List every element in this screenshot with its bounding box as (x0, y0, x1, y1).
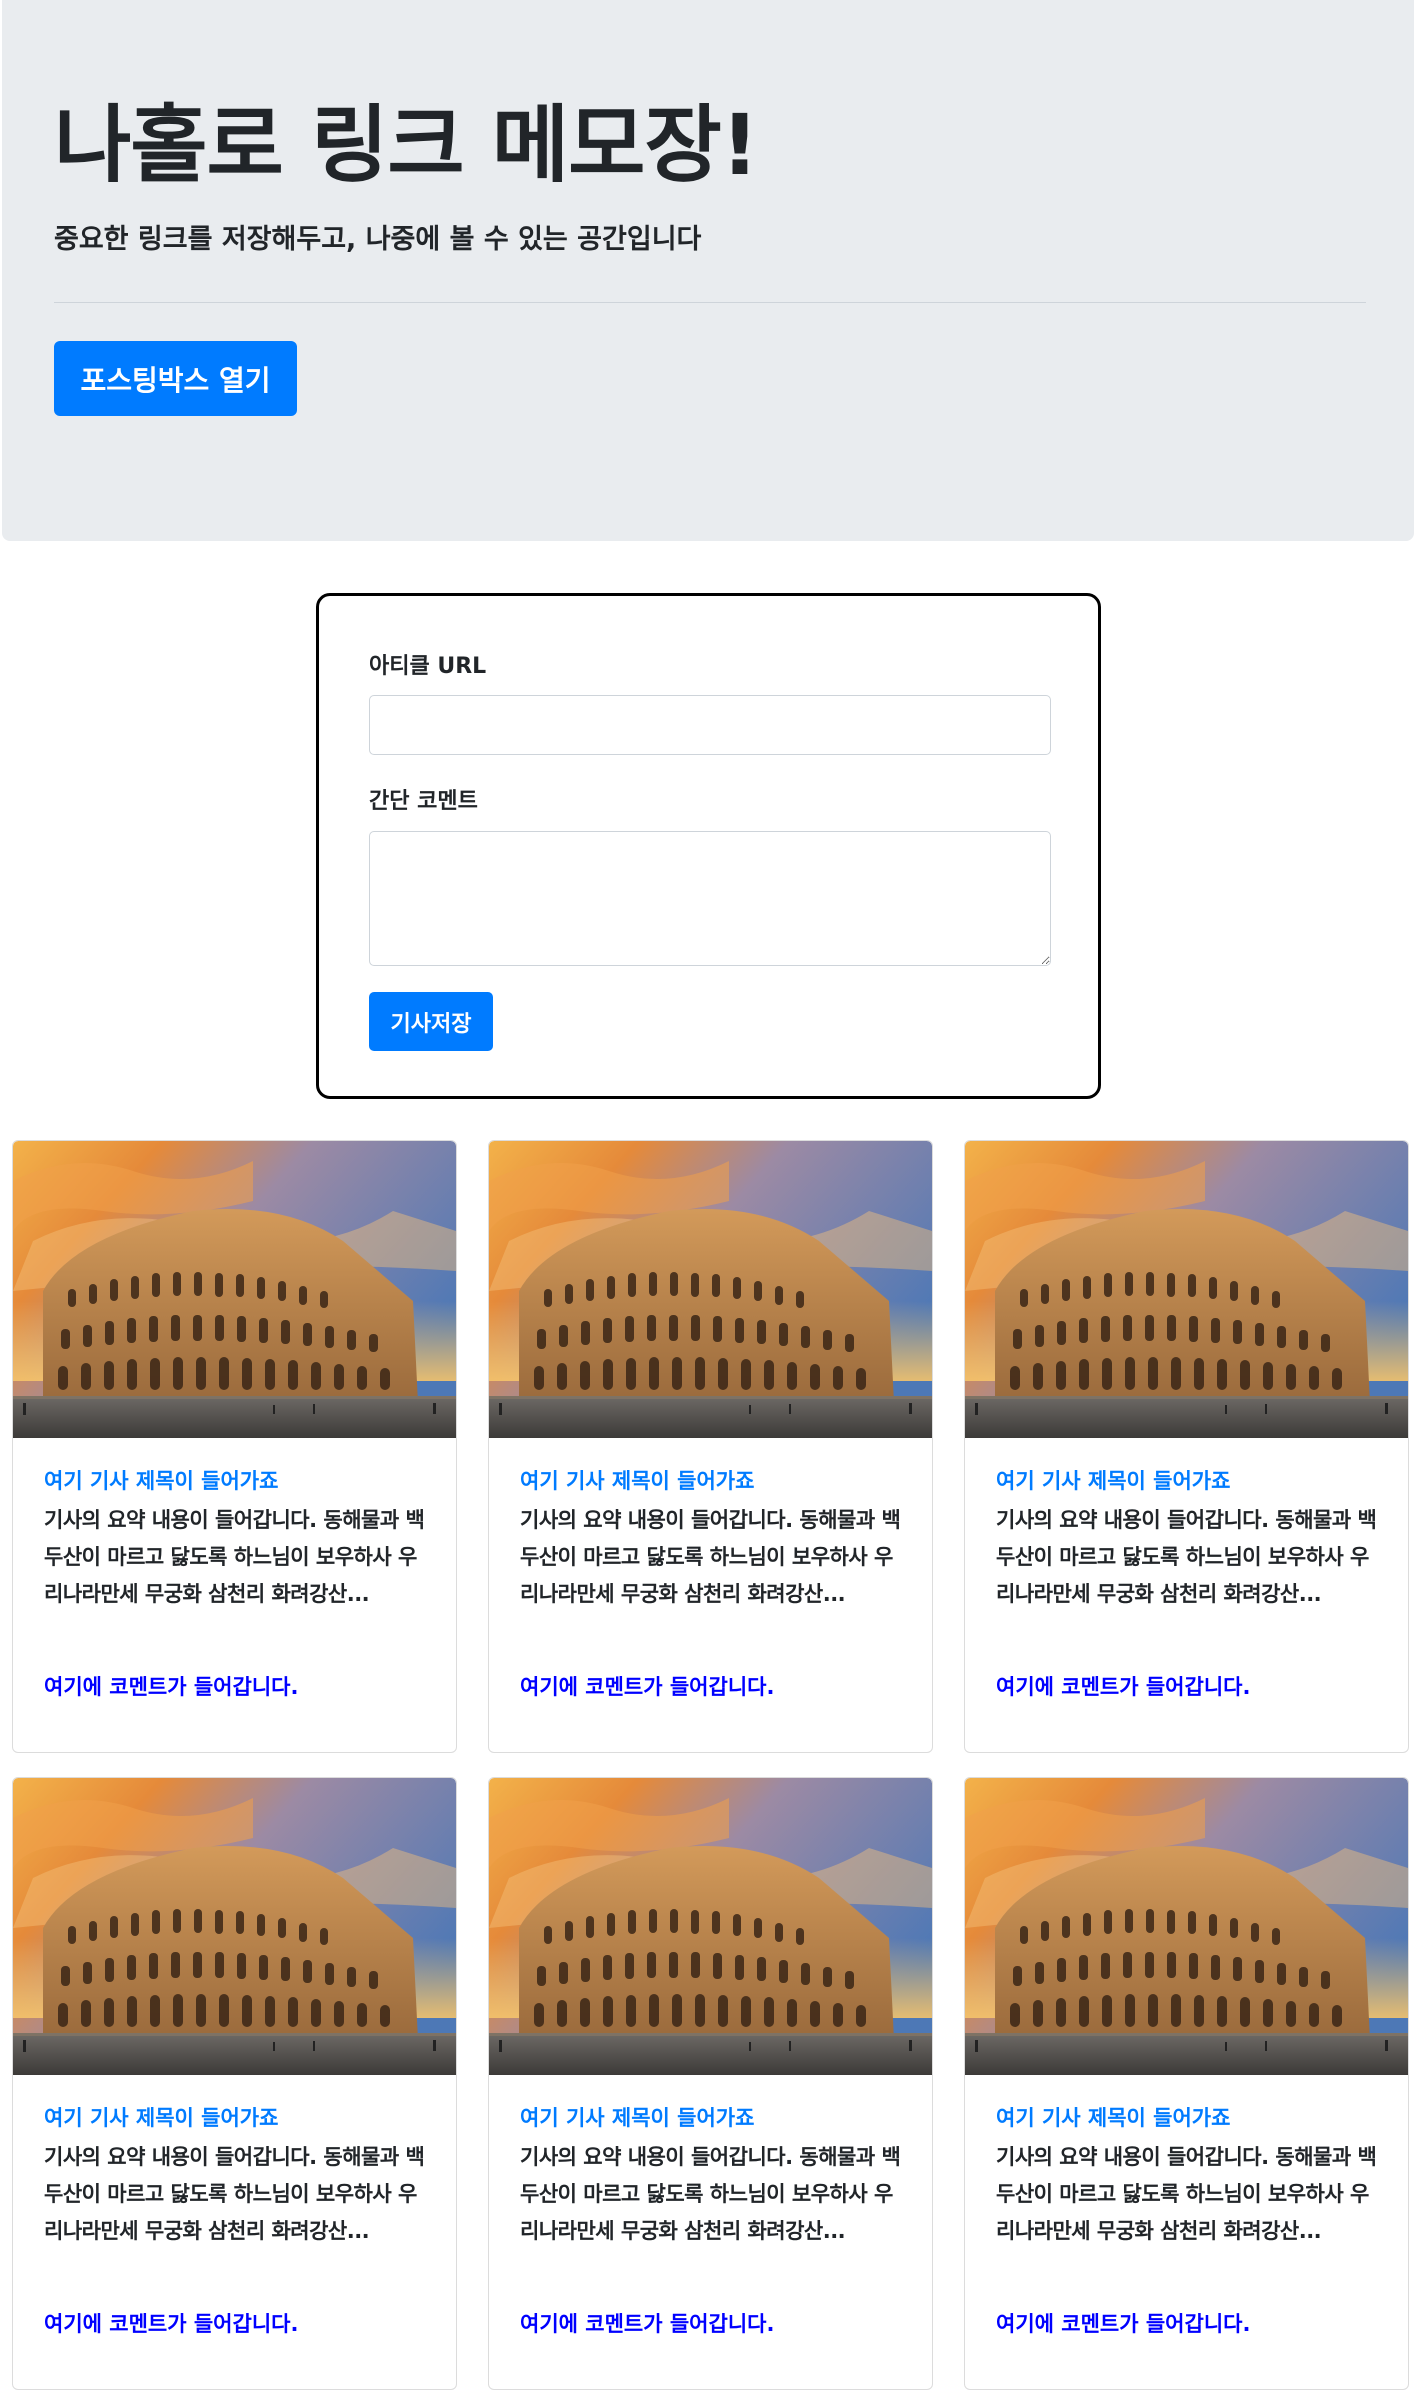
card-image (965, 1141, 1408, 1438)
card-summary: 기사의 요약 내용이 들어갑니다. 동해물과 백두산이 마르고 닳도록 하느님이… (44, 1508, 425, 1606)
card-summary: 기사의 요약 내용이 들어갑니다. 동해물과 백두산이 마르고 닳도록 하느님이… (520, 1508, 901, 1606)
card-body: 여기 기사 제목이 들어가죠기사의 요약 내용이 들어갑니다. 동해물과 백두산… (520, 2103, 905, 2250)
card-summary: 기사의 요약 내용이 들어갑니다. 동해물과 백두산이 마르고 닳도록 하느님이… (520, 2145, 901, 2243)
posting-box: 아티클 URL 간단 코멘트 기사저장 (316, 593, 1101, 1099)
article-card: 여기 기사 제목이 들어가죠기사의 요약 내용이 들어갑니다. 동해물과 백두산… (12, 1777, 457, 2390)
article-card: 여기 기사 제목이 들어가죠기사의 요약 내용이 들어갑니다. 동해물과 백두산… (488, 1140, 933, 1753)
card-image (489, 1778, 932, 2075)
article-card: 여기 기사 제목이 들어가죠기사의 요약 내용이 들어갑니다. 동해물과 백두산… (12, 1140, 457, 1753)
page-lead: 중요한 링크를 저장해두고, 나중에 볼 수 있는 공간입니다 (54, 224, 702, 255)
card-image (489, 1141, 932, 1438)
card-body: 여기 기사 제목이 들어가죠기사의 요약 내용이 들어갑니다. 동해물과 백두산… (996, 2103, 1381, 2250)
card-image (965, 1778, 1408, 2075)
card-body: 여기 기사 제목이 들어가죠기사의 요약 내용이 들어갑니다. 동해물과 백두산… (44, 1466, 429, 1613)
card-title-link[interactable]: 여기 기사 제목이 들어가죠 (44, 2103, 429, 2133)
card-image (13, 1778, 456, 2075)
article-card: 여기 기사 제목이 들어가죠기사의 요약 내용이 들어갑니다. 동해물과 백두산… (488, 1777, 933, 2390)
comment-label: 간단 코멘트 (369, 789, 478, 814)
card-body: 여기 기사 제목이 들어가죠기사의 요약 내용이 들어갑니다. 동해물과 백두산… (520, 1466, 905, 1613)
article-card: 여기 기사 제목이 들어가죠기사의 요약 내용이 들어갑니다. 동해물과 백두산… (964, 1140, 1409, 1753)
save-article-button[interactable]: 기사저장 (369, 992, 493, 1051)
card-body: 여기 기사 제목이 들어가죠기사의 요약 내용이 들어갑니다. 동해물과 백두산… (44, 2103, 429, 2250)
card-title-link[interactable]: 여기 기사 제목이 들어가죠 (996, 1466, 1381, 1496)
card-comment: 여기에 코멘트가 들어갑니다. (520, 1675, 775, 1699)
card-title-link[interactable]: 여기 기사 제목이 들어가죠 (520, 2103, 905, 2133)
card-body: 여기 기사 제목이 들어가죠기사의 요약 내용이 들어갑니다. 동해물과 백두산… (996, 1466, 1381, 1613)
jumbotron: 나홀로 링크 메모장! 중요한 링크를 저장해두고, 나중에 볼 수 있는 공간… (2, 0, 1414, 541)
card-comment: 여기에 코멘트가 들어갑니다. (520, 2312, 775, 2336)
comment-textarea[interactable] (369, 831, 1051, 966)
divider (54, 302, 1366, 303)
card-title-link[interactable]: 여기 기사 제목이 들어가죠 (520, 1466, 905, 1496)
card-summary: 기사의 요약 내용이 들어갑니다. 동해물과 백두산이 마르고 닳도록 하느님이… (44, 2145, 425, 2243)
card-image (13, 1141, 456, 1438)
open-posting-box-button[interactable]: 포스팅박스 열기 (54, 341, 297, 416)
card-title-link[interactable]: 여기 기사 제목이 들어가죠 (44, 1466, 429, 1496)
card-summary: 기사의 요약 내용이 들어갑니다. 동해물과 백두산이 마르고 닳도록 하느님이… (996, 2145, 1377, 2243)
card-comment: 여기에 코멘트가 들어갑니다. (996, 1675, 1251, 1699)
article-card: 여기 기사 제목이 들어가죠기사의 요약 내용이 들어갑니다. 동해물과 백두산… (964, 1777, 1409, 2390)
card-comment: 여기에 코멘트가 들어갑니다. (44, 2312, 299, 2336)
card-comment: 여기에 코멘트가 들어갑니다. (44, 1675, 299, 1699)
card-title-link[interactable]: 여기 기사 제목이 들어가죠 (996, 2103, 1381, 2133)
url-label: 아티클 URL (369, 654, 487, 679)
card-summary: 기사의 요약 내용이 들어갑니다. 동해물과 백두산이 마르고 닳도록 하느님이… (996, 1508, 1377, 1606)
page-title: 나홀로 링크 메모장! (54, 96, 759, 194)
card-comment: 여기에 코멘트가 들어갑니다. (996, 2312, 1251, 2336)
url-input[interactable] (369, 695, 1051, 755)
